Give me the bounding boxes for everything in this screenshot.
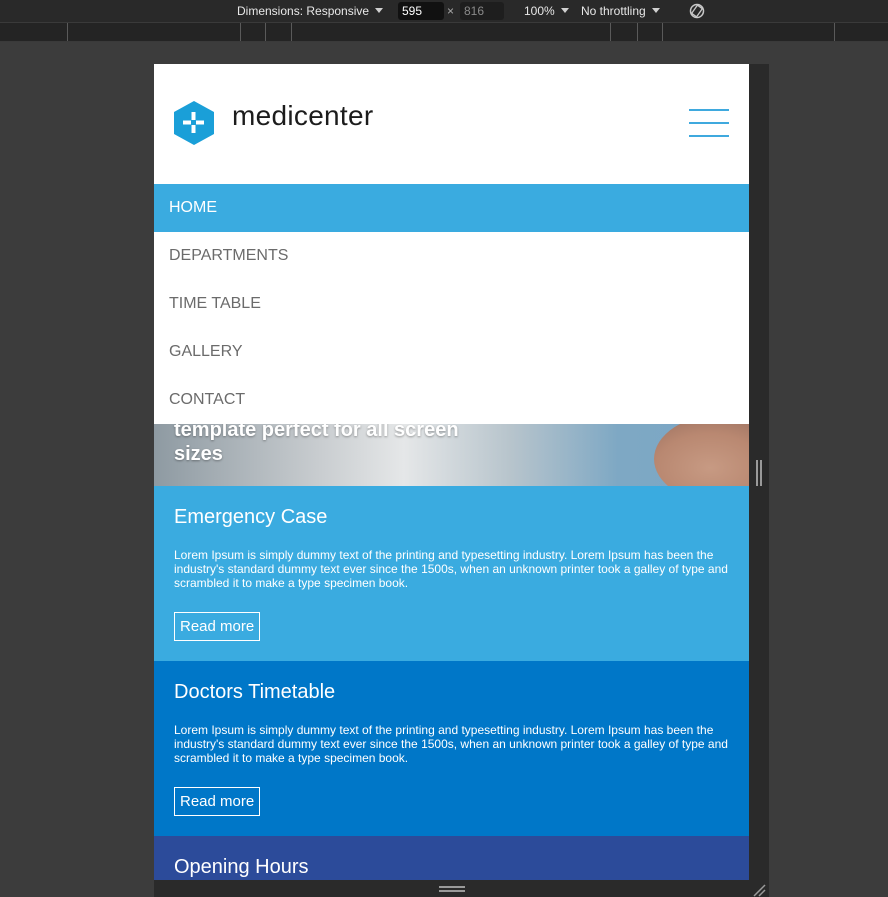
box-title: Opening Hours xyxy=(174,856,309,878)
menu-item-contact[interactable]: CONTACT xyxy=(154,376,749,424)
chevron-down-icon xyxy=(560,8,569,13)
width-input[interactable]: 595 xyxy=(398,2,444,20)
read-more-button[interactable]: Read more xyxy=(174,612,261,641)
menu-toggle-icon[interactable] xyxy=(689,109,729,137)
ruler-tick xyxy=(240,23,241,41)
dimensions-label: Dimensions: Responsive xyxy=(237,4,370,18)
rotate-icon[interactable] xyxy=(688,2,706,20)
media-query-ruler[interactable] xyxy=(0,22,888,42)
height-input[interactable]: 816 xyxy=(460,2,504,20)
menu-item-time-table[interactable]: TIME TABLE xyxy=(154,280,749,328)
hamburger-line xyxy=(689,122,729,124)
zoom-dropdown[interactable]: 100% xyxy=(524,0,569,22)
device-viewport: medicenter HOME DEPARTMENTS TIME TABLE G… xyxy=(154,64,749,880)
dimensions-dropdown[interactable]: Dimensions: Responsive xyxy=(237,0,384,22)
box-text: Lorem Ipsum is simply dummy text of the … xyxy=(174,548,728,590)
chevron-down-icon xyxy=(375,8,384,13)
site-header: medicenter xyxy=(154,64,749,184)
dimension-separator: × xyxy=(447,4,455,18)
hamburger-line xyxy=(689,135,729,137)
ruler-tick xyxy=(662,23,663,41)
read-more-button[interactable]: Read more xyxy=(174,787,261,816)
hero-image xyxy=(654,424,749,486)
doctors-timetable-box: Doctors Timetable Lorem Ipsum is simply … xyxy=(154,661,749,836)
ruler-tick xyxy=(834,23,835,41)
ruler-tick xyxy=(610,23,611,41)
corner-resize-icon[interactable] xyxy=(752,883,766,897)
ruler-tick xyxy=(291,23,292,41)
throttling-label: No throttling xyxy=(581,4,646,18)
main-menu: HOME DEPARTMENTS TIME TABLE GALLERY CONT… xyxy=(154,184,749,424)
ruler-tick xyxy=(637,23,638,41)
brand-name[interactable]: medicenter xyxy=(232,100,374,132)
menu-item-home[interactable]: HOME xyxy=(154,184,749,232)
zoom-label: 100% xyxy=(524,4,555,18)
right-resize-handle[interactable] xyxy=(756,460,762,486)
ruler-tick xyxy=(67,23,68,41)
box-text: Lorem Ipsum is simply dummy text of the … xyxy=(174,723,728,765)
medicenter-logo-icon[interactable] xyxy=(174,101,214,145)
opening-hours-box: Opening Hours xyxy=(154,836,749,880)
menu-item-gallery[interactable]: GALLERY xyxy=(154,328,749,376)
throttling-dropdown[interactable]: No throttling xyxy=(581,0,660,22)
devtools-toolbar: Dimensions: Responsive 595 × 816 100% No… xyxy=(0,0,888,22)
hero-caption: template perfect for all screen sizes xyxy=(174,424,459,465)
emergency-case-box: Emergency Case Lorem Ipsum is simply dum… xyxy=(154,486,749,661)
hamburger-line xyxy=(689,109,729,111)
ruler-tick xyxy=(265,23,266,41)
chevron-down-icon xyxy=(651,8,660,13)
hero-banner: template perfect for all screen sizes xyxy=(154,424,749,486)
menu-item-departments[interactable]: DEPARTMENTS xyxy=(154,232,749,280)
box-title: Emergency Case xyxy=(174,506,328,528)
box-title: Doctors Timetable xyxy=(174,681,336,703)
bottom-resize-handle[interactable] xyxy=(439,886,465,892)
